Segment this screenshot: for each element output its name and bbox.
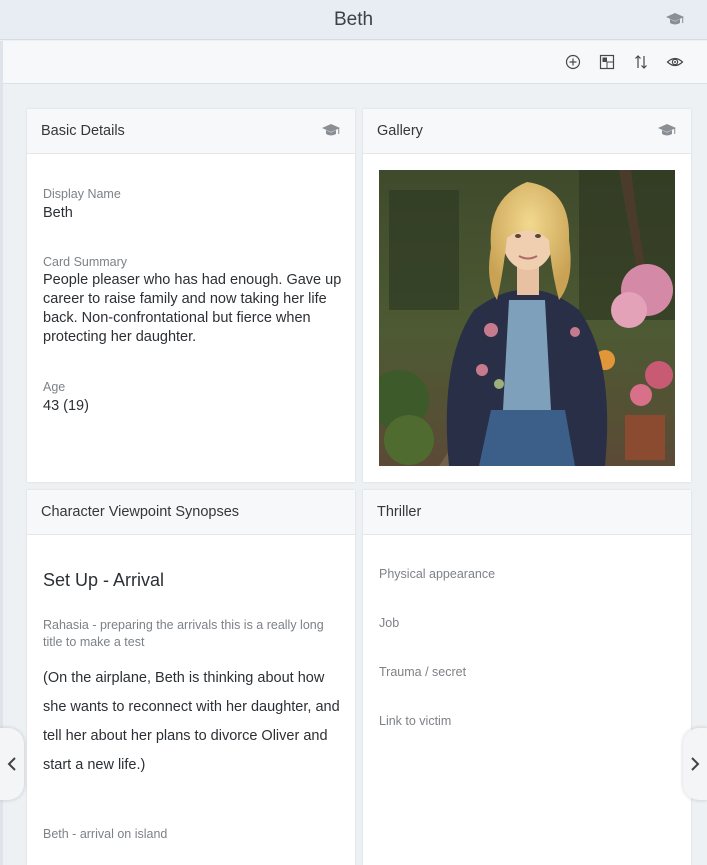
layout-button[interactable] bbox=[597, 52, 617, 72]
viewpoint-next-item[interactable]: Beth - arrival on island bbox=[43, 826, 167, 843]
add-circle-icon bbox=[565, 54, 581, 70]
trauma-secret-label[interactable]: Trauma / secret bbox=[379, 665, 466, 679]
basic-details-card: Basic Details Display Name Beth Card Sum… bbox=[27, 109, 355, 482]
character-portrait-image[interactable] bbox=[379, 170, 675, 466]
layout-icon bbox=[599, 54, 615, 70]
age-label: Age bbox=[43, 380, 66, 394]
display-name-label: Display Name bbox=[43, 187, 121, 201]
viewpoint-title[interactable]: Set Up - Arrival bbox=[43, 570, 164, 591]
window-titlebar: Beth bbox=[0, 0, 707, 40]
synopses-title: Character Viewpoint Synopses bbox=[41, 504, 240, 520]
thriller-header: Thriller bbox=[363, 490, 691, 535]
chevron-left-icon bbox=[7, 757, 16, 771]
add-button[interactable] bbox=[563, 52, 583, 72]
graduation-cap-icon[interactable] bbox=[321, 123, 341, 139]
graduation-cap-icon[interactable] bbox=[657, 123, 677, 139]
chevron-right-icon bbox=[691, 757, 700, 771]
toolbar bbox=[3, 41, 707, 84]
view-button[interactable] bbox=[665, 52, 685, 72]
job-label[interactable]: Job bbox=[379, 616, 399, 630]
card-summary-value[interactable]: People pleaser who has had enough. Gave … bbox=[43, 271, 343, 347]
synopses-header: Character Viewpoint Synopses bbox=[27, 490, 355, 535]
gallery-title: Gallery bbox=[377, 123, 423, 139]
viewpoint-subtitle[interactable]: Rahasia - preparing the arrivals this is… bbox=[43, 617, 343, 651]
basic-details-header: Basic Details bbox=[27, 109, 355, 154]
previous-button[interactable] bbox=[0, 728, 24, 800]
sort-icon bbox=[635, 55, 647, 69]
next-button[interactable] bbox=[683, 728, 707, 800]
card-summary-label: Card Summary bbox=[43, 255, 128, 269]
synopses-card: Character Viewpoint Synopses Set Up - Ar… bbox=[27, 490, 355, 865]
viewpoint-body[interactable]: (On the airplane, Beth is thinking about… bbox=[43, 664, 345, 780]
graduation-cap-icon[interactable] bbox=[665, 11, 685, 29]
gallery-card: Gallery bbox=[363, 109, 691, 482]
window-title: Beth bbox=[333, 8, 374, 30]
sort-button[interactable] bbox=[631, 52, 651, 72]
gallery-header: Gallery bbox=[363, 109, 691, 154]
basic-details-title: Basic Details bbox=[41, 123, 125, 139]
age-value[interactable]: 43 (19) bbox=[43, 397, 89, 416]
eye-icon bbox=[666, 57, 684, 67]
link-to-victim-label[interactable]: Link to victim bbox=[379, 714, 451, 728]
display-name-value[interactable]: Beth bbox=[43, 204, 73, 223]
thriller-card: Thriller Physical appearance Job Trauma … bbox=[363, 490, 691, 865]
physical-appearance-label[interactable]: Physical appearance bbox=[379, 567, 495, 581]
thriller-title: Thriller bbox=[377, 504, 422, 520]
